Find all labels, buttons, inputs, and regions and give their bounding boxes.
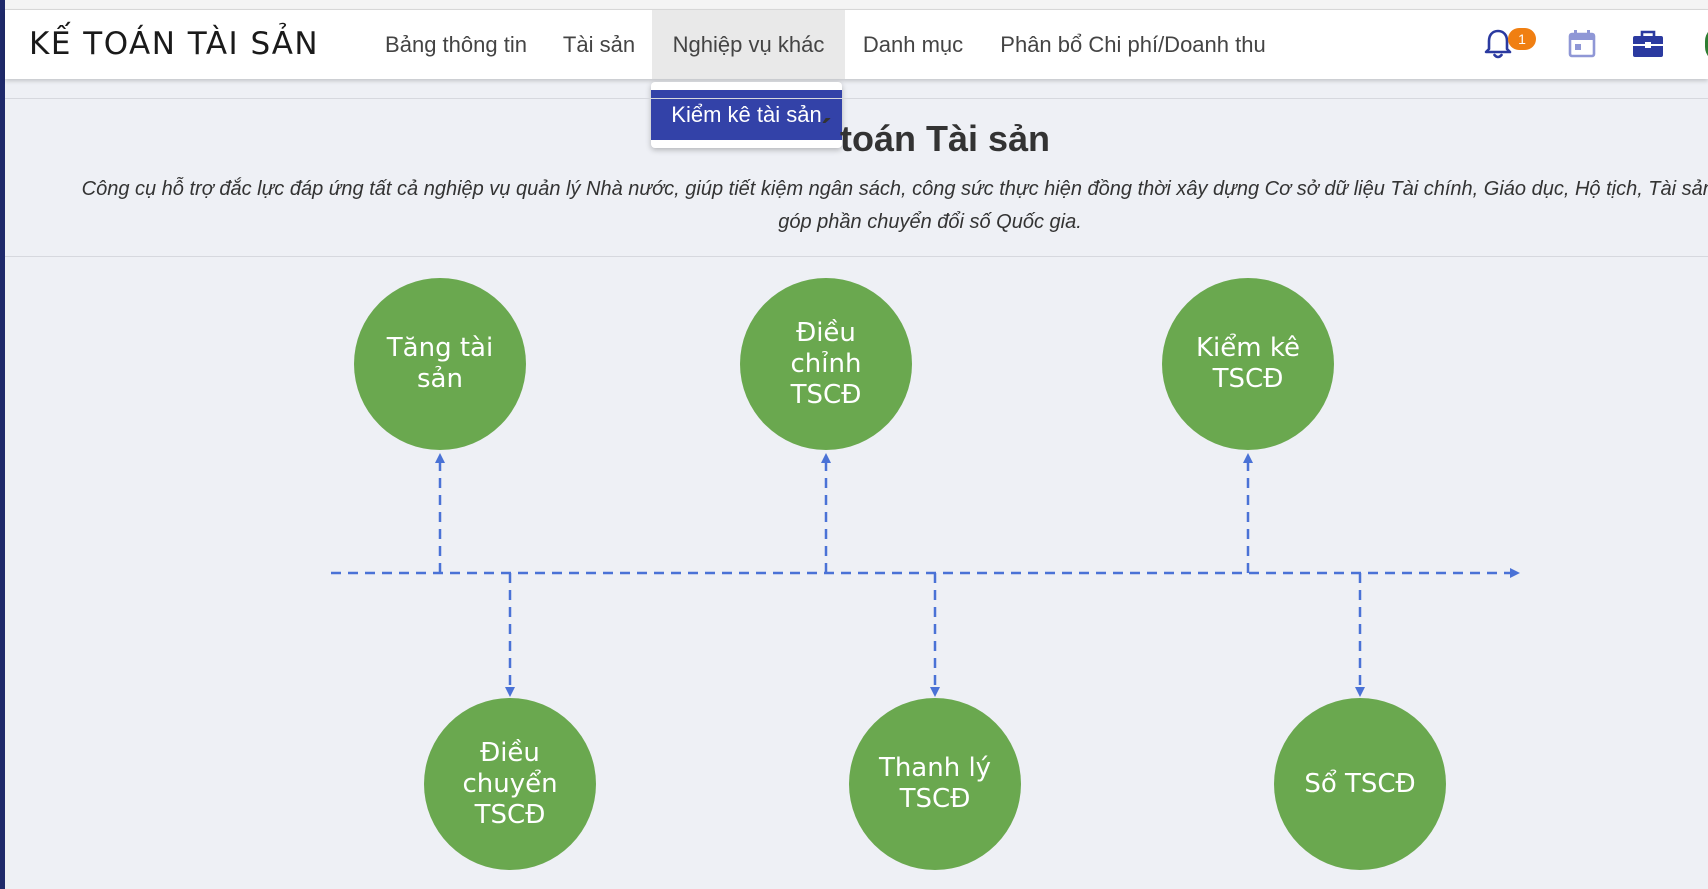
node-asset-increase[interactable]: Tăng tài sản bbox=[354, 278, 526, 450]
node-fixed-asset-transfer[interactable]: Điều chuyển TSCĐ bbox=[424, 698, 596, 870]
node-label: Sổ TSCĐ bbox=[1304, 768, 1416, 799]
node-label: Điều chuyển TSCĐ bbox=[462, 737, 558, 830]
node-fixed-asset-adjustment[interactable]: Điều chỉnh TSCĐ bbox=[740, 278, 912, 450]
node-label: Điều chỉnh TSCĐ bbox=[790, 317, 862, 410]
node-fixed-asset-ledger[interactable]: Sổ TSCĐ bbox=[1274, 698, 1446, 870]
node-fixed-asset-liquidation[interactable]: Thanh lý TSCĐ bbox=[849, 698, 1021, 870]
node-label: Kiểm kê TSCĐ bbox=[1196, 333, 1300, 394]
node-label: Thanh lý TSCĐ bbox=[878, 753, 992, 814]
node-label: Tăng tài sản bbox=[386, 333, 494, 394]
node-fixed-asset-inventory[interactable]: Kiểm kê TSCĐ bbox=[1162, 278, 1334, 450]
